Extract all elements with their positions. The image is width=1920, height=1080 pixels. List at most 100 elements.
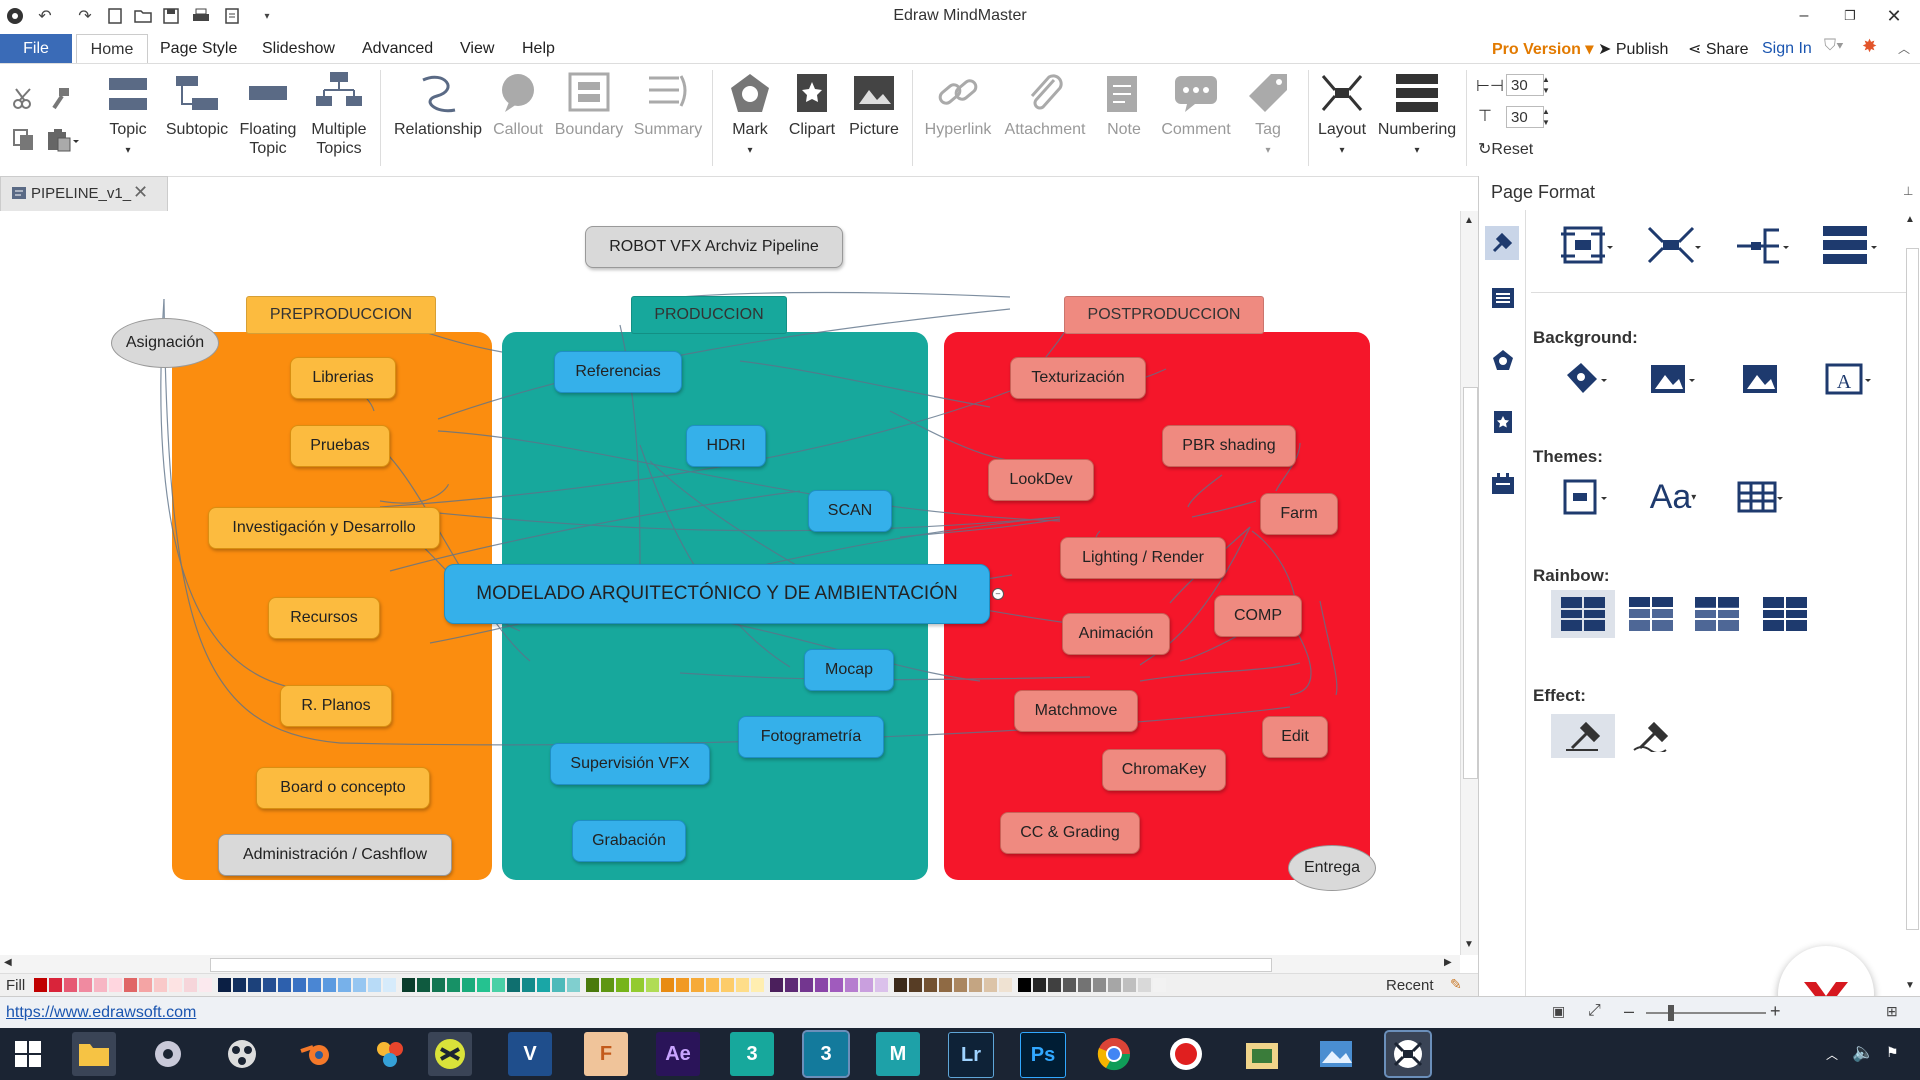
topic-pbr-shading[interactable]: PBR shading xyxy=(1162,425,1296,467)
website-link[interactable]: https://www.edrawsoft.com xyxy=(6,1004,196,1022)
zoom-slider-track[interactable] xyxy=(1646,1012,1766,1014)
color-swatch[interactable] xyxy=(800,978,813,992)
reset-button[interactable]: ↻Reset xyxy=(1478,139,1533,159)
scroll-up-icon[interactable]: ▲ xyxy=(1464,215,1474,226)
color-swatch[interactable] xyxy=(736,978,749,992)
topic-farm[interactable]: Farm xyxy=(1260,493,1338,535)
color-swatch[interactable] xyxy=(939,978,952,992)
file-explorer-icon[interactable] xyxy=(72,1032,116,1076)
color-swatch[interactable] xyxy=(601,978,614,992)
vertical-scroll-thumb[interactable] xyxy=(1463,387,1478,779)
vertical-spacing-input[interactable]: 30 xyxy=(1506,106,1544,128)
tab-home[interactable]: Home xyxy=(76,34,148,64)
color-swatch[interactable] xyxy=(368,978,381,992)
color-swatch[interactable] xyxy=(552,978,565,992)
panel-scrollbar[interactable]: ▲ ▼ xyxy=(1903,180,1919,996)
publish-button[interactable]: ➤ Publish xyxy=(1598,39,1668,59)
print-icon[interactable] xyxy=(190,5,212,27)
color-swatch[interactable] xyxy=(293,978,306,992)
scroll-down-icon[interactable]: ▼ xyxy=(1464,939,1474,950)
mindmaster-taskbar-icon[interactable] xyxy=(1384,1030,1432,1078)
tab-advanced[interactable]: Advanced xyxy=(362,40,433,58)
view-toggle-icon[interactable]: ⊞ xyxy=(1886,1003,1898,1020)
copy-icon[interactable] xyxy=(12,128,36,155)
topic-referencias[interactable]: Referencias xyxy=(554,351,682,393)
color-swatch[interactable] xyxy=(233,978,246,992)
recorder-icon[interactable] xyxy=(1164,1032,1208,1076)
color-swatch[interactable] xyxy=(691,978,704,992)
callout-button[interactable]: Callout xyxy=(490,70,546,139)
topic-texturizacion[interactable]: Texturización xyxy=(1010,357,1146,399)
topic-button[interactable]: Topic ▾ xyxy=(98,70,158,160)
color-swatch[interactable] xyxy=(631,978,644,992)
color-swatch[interactable] xyxy=(909,978,922,992)
color-swatch[interactable] xyxy=(924,978,937,992)
color-swatch[interactable] xyxy=(477,978,490,992)
tray-expand-icon[interactable]: ︿ xyxy=(1826,1046,1838,1063)
color-swatch[interactable] xyxy=(751,978,764,992)
file-manager-icon[interactable] xyxy=(1240,1032,1284,1076)
topic-cc-grading[interactable]: CC & Grading xyxy=(1000,812,1140,854)
color-swatch[interactable] xyxy=(447,978,460,992)
tab-help[interactable]: Help xyxy=(522,40,555,58)
color-swatch[interactable] xyxy=(537,978,550,992)
plugin-icon[interactable]: ✸ xyxy=(1862,36,1877,57)
app-icon[interactable] xyxy=(4,5,26,27)
color-swatch[interactable] xyxy=(278,978,291,992)
produccion-header[interactable]: PRODUCCION xyxy=(631,296,787,334)
color-swatch[interactable] xyxy=(999,978,1012,992)
picture-button[interactable]: Picture xyxy=(844,70,904,139)
boundary-button[interactable]: Boundary xyxy=(550,70,628,139)
topic-grabacion[interactable]: Grabación xyxy=(572,820,686,862)
color-swatch[interactable] xyxy=(815,978,828,992)
notification-flag-icon[interactable]: ⚑ xyxy=(1886,1044,1899,1061)
color-swatch[interactable] xyxy=(64,978,77,992)
mark-button[interactable]: Mark ▾ xyxy=(720,70,780,160)
topic-supervision-vfx[interactable]: Supervisión VFX xyxy=(550,743,710,785)
layout-button[interactable]: Layout ▾ xyxy=(1312,70,1372,160)
color-swatch[interactable] xyxy=(1063,978,1076,992)
horizontal-scrollbar[interactable]: ◀ ▶ xyxy=(0,955,1460,973)
connector-style-dropdown[interactable] xyxy=(1641,220,1705,270)
photoshop-icon[interactable]: Ps xyxy=(1020,1032,1066,1078)
color-swatch[interactable] xyxy=(94,978,107,992)
comment-button[interactable]: Comment xyxy=(1156,70,1236,139)
color-swatch[interactable] xyxy=(154,978,167,992)
clipart-panel-icon[interactable] xyxy=(1491,410,1515,437)
3ds-max-icon[interactable]: 3 xyxy=(730,1032,774,1076)
share-button[interactable]: ⋖ Share xyxy=(1688,39,1749,59)
color-swatch[interactable] xyxy=(954,978,967,992)
format-painter-icon[interactable] xyxy=(48,86,72,113)
topic-board-concepto[interactable]: Board o concepto xyxy=(256,767,430,809)
photo-viewer-icon[interactable] xyxy=(1314,1032,1358,1076)
new-icon[interactable] xyxy=(104,5,126,27)
minimize-button[interactable]: – xyxy=(1784,4,1824,28)
fullscreen-icon[interactable]: ⤢ xyxy=(1588,1002,1601,1020)
color-swatch[interactable] xyxy=(169,978,182,992)
topic-pruebas[interactable]: Pruebas xyxy=(290,425,390,467)
fusion-icon[interactable] xyxy=(368,1032,412,1076)
color-swatch[interactable] xyxy=(616,978,629,992)
horizontal-spacing-input[interactable]: 30 xyxy=(1506,74,1544,96)
effect-hand-drawn-on[interactable] xyxy=(1619,714,1683,758)
topic-fotogrametria[interactable]: Fotogrametría xyxy=(738,716,884,758)
tag-button[interactable]: Tag ▾ xyxy=(1240,70,1296,160)
color-swatch[interactable] xyxy=(646,978,659,992)
color-swatch[interactable] xyxy=(308,978,321,992)
color-swatch[interactable] xyxy=(1078,978,1091,992)
color-swatch[interactable] xyxy=(1108,978,1121,992)
open-icon[interactable] xyxy=(132,5,154,27)
cut-icon[interactable] xyxy=(12,86,36,113)
topic-comp[interactable]: COMP xyxy=(1214,595,1302,637)
theme-layout-dropdown[interactable] xyxy=(1553,472,1617,522)
color-swatch[interactable] xyxy=(845,978,858,992)
color-swatch[interactable] xyxy=(139,978,152,992)
task-panel-icon[interactable] xyxy=(1491,472,1515,499)
panel-scroll-down-icon[interactable]: ▼ xyxy=(1905,980,1915,991)
topic-investigacion-desarrollo[interactable]: Investigación y Desarrollo xyxy=(208,507,440,549)
scroll-right-icon[interactable]: ▶ xyxy=(1444,957,1452,968)
color-swatch[interactable] xyxy=(661,978,674,992)
color-swatch[interactable] xyxy=(49,978,62,992)
subtopic-button[interactable]: Subtopic xyxy=(162,70,232,139)
vertical-scrollbar[interactable]: ▲ ▼ xyxy=(1460,211,1479,955)
